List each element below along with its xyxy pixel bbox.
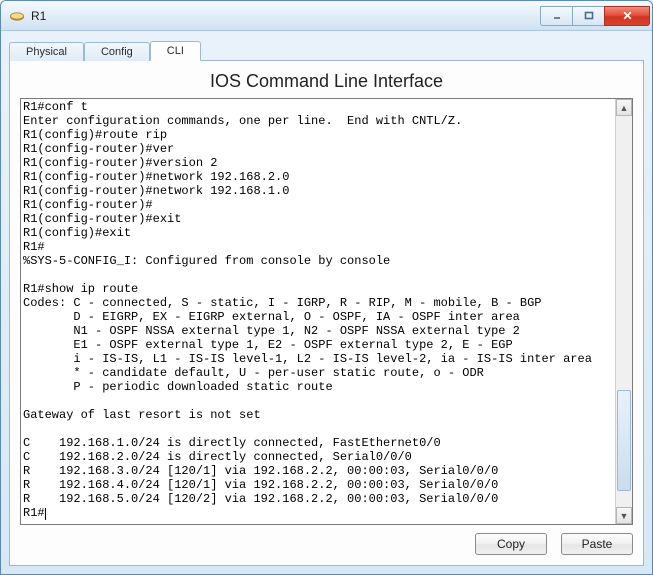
tab-physical[interactable]: Physical [9, 42, 84, 61]
router-icon [9, 8, 25, 24]
tab-label: Config [101, 46, 133, 58]
button-row: Copy Paste [20, 525, 633, 555]
scroll-track[interactable] [616, 116, 632, 507]
tab-label: Physical [26, 46, 67, 58]
scroll-down-arrow[interactable]: ▼ [616, 507, 632, 524]
text-cursor [45, 508, 46, 520]
maximize-button[interactable] [572, 6, 604, 26]
tabstrip: Physical Config CLI [9, 37, 644, 60]
client-area: Physical Config CLI IOS Command Line Int… [1, 31, 652, 574]
terminal-output[interactable]: R1#conf t Enter configuration commands, … [21, 99, 615, 524]
scroll-thumb[interactable] [617, 390, 631, 492]
copy-button[interactable]: Copy [475, 533, 547, 555]
button-label: Paste [582, 537, 613, 551]
terminal-container: R1#conf t Enter configuration commands, … [20, 98, 633, 525]
close-button[interactable] [604, 6, 650, 26]
scroll-up-arrow[interactable]: ▲ [616, 99, 632, 116]
cli-panel: IOS Command Line Interface R1#conf t Ent… [9, 60, 644, 566]
button-label: Copy [497, 537, 525, 551]
paste-button[interactable]: Paste [561, 533, 633, 555]
window-controls [540, 6, 650, 26]
tab-config[interactable]: Config [84, 42, 150, 61]
tab-label: CLI [167, 45, 184, 57]
tab-cli[interactable]: CLI [150, 41, 201, 61]
panel-title: IOS Command Line Interface [20, 71, 633, 92]
vertical-scrollbar[interactable]: ▲ ▼ [615, 99, 632, 524]
minimize-button[interactable] [540, 6, 572, 26]
window-title: R1 [31, 9, 540, 23]
titlebar: R1 [1, 1, 652, 31]
app-window: R1 Physical Config CLI IO [0, 0, 653, 575]
